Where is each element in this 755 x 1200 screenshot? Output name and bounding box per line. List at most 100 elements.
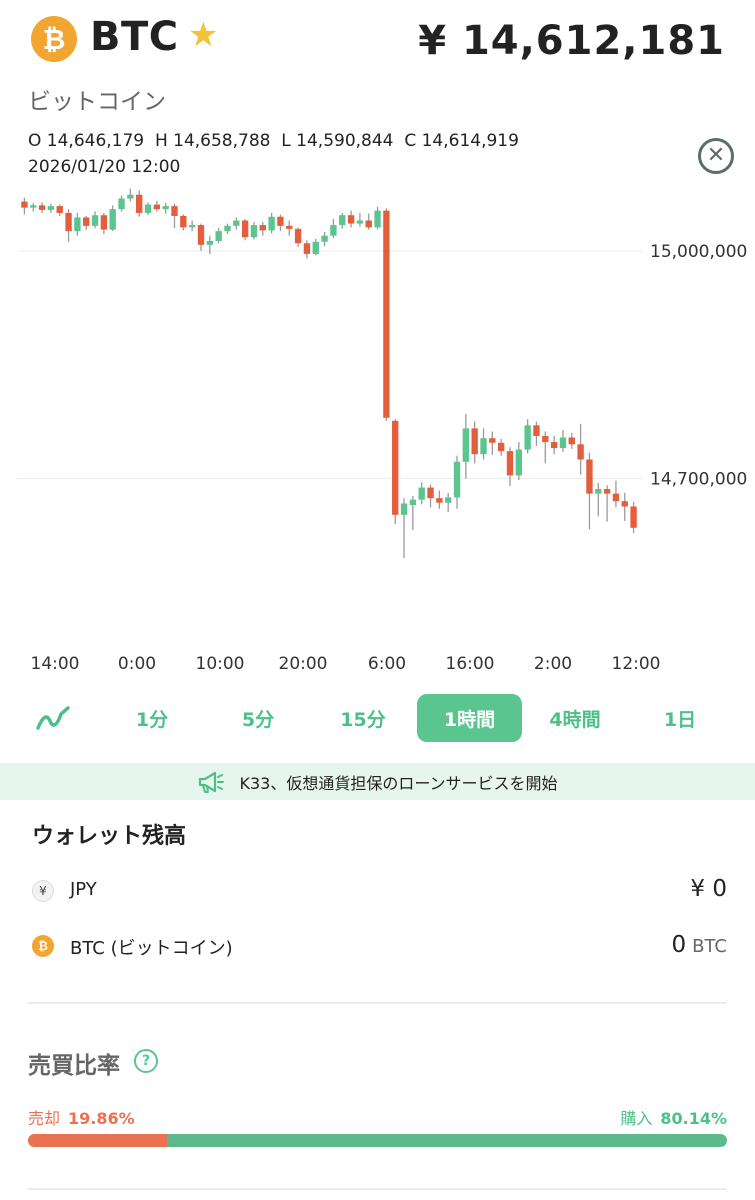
sell-percent: 19.86% — [68, 1109, 135, 1128]
btc-label: BTC (ビットコイン) — [70, 938, 233, 959]
candle-body — [453, 461, 461, 498]
coin-symbol: BTC — [90, 14, 179, 60]
candle-body — [462, 428, 470, 462]
y-tick-label: 14,700,000 — [650, 469, 747, 489]
trade-ratio-sell-fill — [28, 1134, 167, 1147]
ohlc-readout: O 14,646,179 H 14,658,788 L 14,590,844 C… — [28, 131, 519, 151]
candle-body — [206, 241, 213, 245]
candle-body — [215, 231, 222, 241]
candle-body — [533, 425, 540, 436]
candle-body — [339, 215, 346, 226]
candle-body — [506, 451, 514, 476]
btc-balance-amount: 0 — [671, 932, 687, 958]
candle-body — [577, 444, 584, 460]
candle-body — [383, 210, 390, 418]
news-banner[interactable]: K33、仮想通貨担保のローンサービスを開始 — [0, 763, 755, 800]
candle-body — [603, 489, 611, 494]
divider — [28, 1002, 727, 1004]
candle-body — [224, 225, 231, 232]
candle-body — [277, 216, 284, 226]
candle-body — [392, 420, 399, 515]
tab-15min[interactable]: 15分 — [311, 694, 415, 742]
trade-ratio-bar — [28, 1134, 727, 1147]
candle-body — [630, 506, 637, 528]
candle-body — [74, 217, 81, 232]
candle-body — [136, 194, 143, 213]
current-price: ¥ 14,612,181 — [418, 18, 725, 64]
tab-line-chart[interactable] — [18, 694, 88, 742]
tab-1day[interactable]: 1日 — [628, 694, 732, 742]
x-tick-label: 0:00 — [118, 654, 156, 674]
ohlc-high: H 14,658,788 — [154, 131, 271, 151]
candle-body — [241, 220, 249, 238]
candle-body — [47, 206, 55, 210]
coin-name: ビットコイン — [28, 89, 166, 115]
tab-1hour[interactable]: 1時間 — [417, 694, 522, 742]
candle-body — [542, 435, 549, 443]
btc-balance-unit: BTC — [692, 936, 727, 957]
megaphone-icon — [197, 770, 225, 794]
candle-body — [91, 215, 99, 226]
candle-body — [171, 206, 178, 216]
sell-label: 売却 — [28, 1109, 61, 1128]
candle-body — [303, 243, 311, 254]
candle-body — [559, 437, 567, 449]
candlestick-chart[interactable]: 15,000,000 14,700,000 14:00 0:00 10:00 20:00 6… — [0, 175, 755, 675]
trade-ratio-title: 売買比率 — [28, 1053, 120, 1079]
candle-body — [445, 497, 452, 503]
star-icon[interactable]: ★ — [188, 18, 218, 52]
news-text: K33、仮想通貨担保のローンサービスを開始 — [239, 773, 558, 793]
candle-body — [30, 205, 37, 208]
candle-body — [356, 220, 364, 224]
candle-body — [65, 212, 72, 232]
buy-percent: 80.14% — [660, 1109, 727, 1128]
candle-body — [400, 503, 408, 515]
tab-1min[interactable]: 1分 — [100, 694, 204, 742]
candle-body — [321, 235, 328, 242]
candle-body — [294, 228, 302, 244]
candle-body — [568, 437, 575, 445]
candle-body — [418, 487, 425, 500]
candle-body — [250, 225, 258, 238]
buy-ratio: 購入 80.14% — [620, 1105, 727, 1129]
candle-body — [144, 204, 152, 213]
ohlc-close: C 14,614,919 — [404, 131, 519, 151]
x-tick-label: 16:00 — [446, 654, 495, 674]
ohlc-open: O 14,646,179 — [28, 131, 145, 151]
sell-ratio: 売却 19.86% — [28, 1105, 135, 1129]
candle-body — [162, 206, 169, 210]
tab-5min[interactable]: 5分 — [206, 694, 310, 742]
candle-body — [436, 498, 443, 503]
x-tick-label: 10:00 — [196, 654, 245, 674]
candle-body — [595, 489, 602, 494]
candle-body — [374, 210, 381, 228]
ohlc-low: L 14,590,844 — [281, 131, 394, 151]
candle-body — [586, 459, 593, 494]
candle-body — [259, 225, 266, 231]
x-tick-label: 2:00 — [534, 654, 572, 674]
timeframe-tabs: 1分 5分 15分 1時間 4時間 1日 — [18, 694, 738, 744]
candle-body — [330, 225, 337, 236]
candle-body — [153, 204, 161, 210]
question-circle-icon[interactable]: ? — [134, 1049, 158, 1073]
candle-body — [188, 225, 196, 228]
candle-body — [427, 487, 434, 499]
candle-body — [233, 220, 240, 226]
candle-body — [409, 499, 417, 505]
x-tick-label: 14:00 — [31, 654, 80, 674]
tab-4hour[interactable]: 4時間 — [523, 694, 627, 742]
candle-body — [471, 428, 478, 455]
candle-body — [21, 201, 28, 208]
candle-body — [56, 206, 63, 213]
x-tick-label: 6:00 — [368, 654, 406, 674]
candle-body — [497, 442, 505, 452]
close-circle-icon[interactable]: ✕ — [698, 138, 734, 174]
bitcoin-logo-icon: ₿ — [31, 16, 77, 62]
candle-body — [38, 205, 46, 210]
line-chart-icon — [36, 706, 70, 730]
candle-body — [268, 216, 275, 231]
candle-body — [365, 220, 372, 228]
ohlc-timestamp: 2026/01/20 12:00 — [28, 157, 181, 177]
candle-body — [109, 209, 116, 230]
candle-body — [100, 215, 108, 230]
